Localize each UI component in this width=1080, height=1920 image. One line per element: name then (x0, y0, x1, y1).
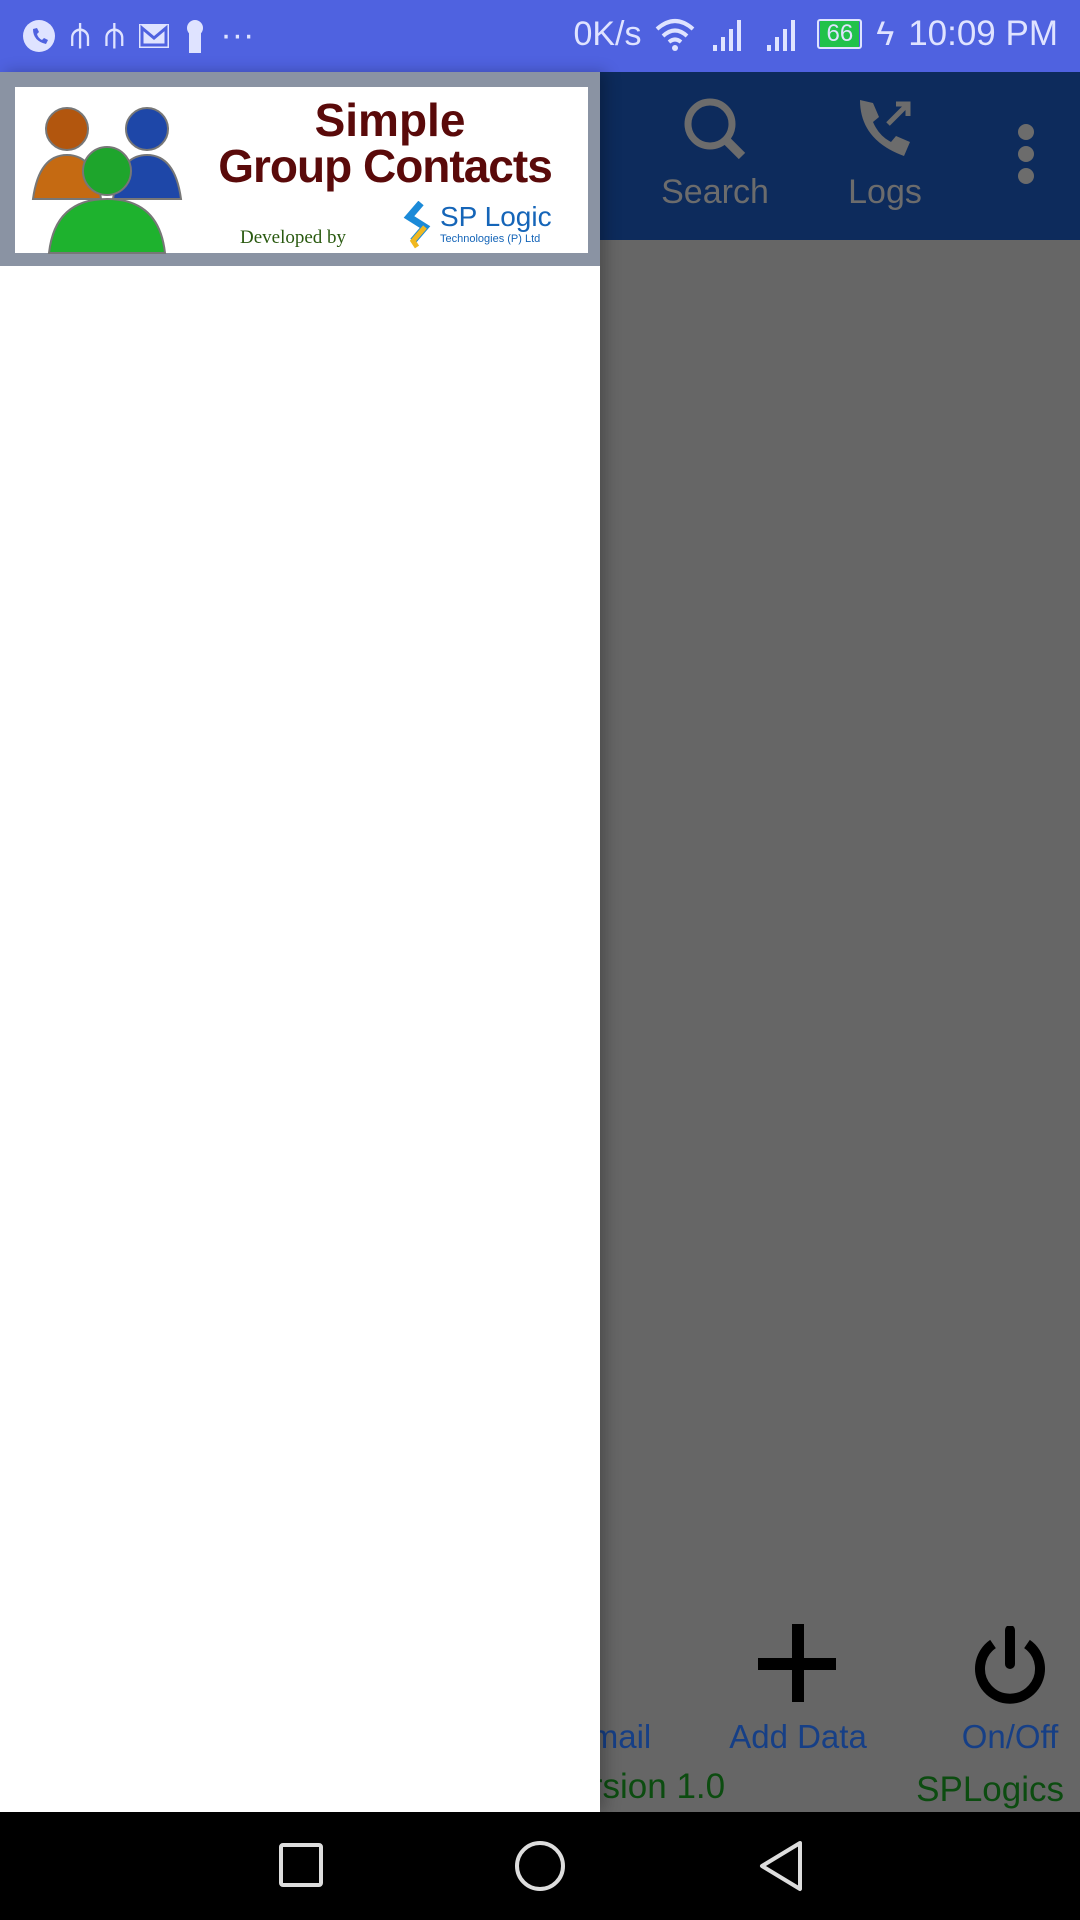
search-icon (684, 98, 746, 160)
brand-text: SPLogics (916, 1770, 1064, 1809)
banner-title-line2: Group Contacts (218, 140, 553, 192)
net-speed: 0K/s (573, 14, 642, 53)
more-vert-icon[interactable] (1010, 122, 1042, 188)
search-label: Search (661, 173, 769, 211)
phone-icon (23, 19, 55, 52)
company-subtitle: Technologies (P) Ltd (440, 233, 541, 245)
usb-icon: ⫛ (70, 16, 91, 54)
on-off-button[interactable]: On/Off (950, 1625, 1070, 1756)
clock: 10:09 PM (908, 14, 1058, 53)
signal-icon (713, 20, 742, 51)
search-button[interactable]: Search (655, 94, 775, 212)
developed-by-text: Developed by (240, 227, 347, 248)
group-people-icon (31, 107, 183, 254)
home-icon[interactable] (514, 1840, 566, 1892)
mail-icon (139, 23, 170, 48)
app-banner-logo: Simple Group Contacts Developed by SP Lo… (15, 87, 588, 254)
logs-label: Logs (848, 173, 922, 211)
sp-logic-logo-icon (403, 201, 431, 249)
back-icon[interactable] (756, 1840, 806, 1892)
charging-icon: ϟ (876, 14, 895, 53)
recent-apps-icon[interactable] (278, 1840, 324, 1890)
system-nav-bar (0, 1812, 1080, 1920)
add-data-button[interactable]: Add Data (718, 1624, 878, 1756)
usb-icon: ⫛ (104, 16, 125, 54)
battery-icon: 66 (817, 19, 863, 49)
more-dots-icon: ··· (220, 16, 255, 54)
company-name: SP Logic (440, 201, 552, 232)
logs-button[interactable]: Logs (835, 94, 935, 212)
drawer-header: Simple Group Contacts Developed by SP Lo… (0, 72, 600, 266)
signal-icon (767, 20, 796, 51)
add-data-label: Add Data (729, 1718, 867, 1755)
plus-icon (758, 1624, 836, 1702)
navigation-drawer: Simple Group Contacts Developed by SP Lo… (0, 72, 600, 1812)
battery-level: 66 (820, 21, 860, 47)
wifi-icon (656, 19, 695, 51)
power-icon (975, 1625, 1045, 1704)
call-log-icon (860, 100, 911, 156)
on-off-label: On/Off (961, 1718, 1059, 1755)
status-bar: ⫛ ⫛ ··· 0K/s 66 ϟ 10:09 PM (0, 0, 1080, 72)
keyhole-icon (187, 19, 204, 53)
